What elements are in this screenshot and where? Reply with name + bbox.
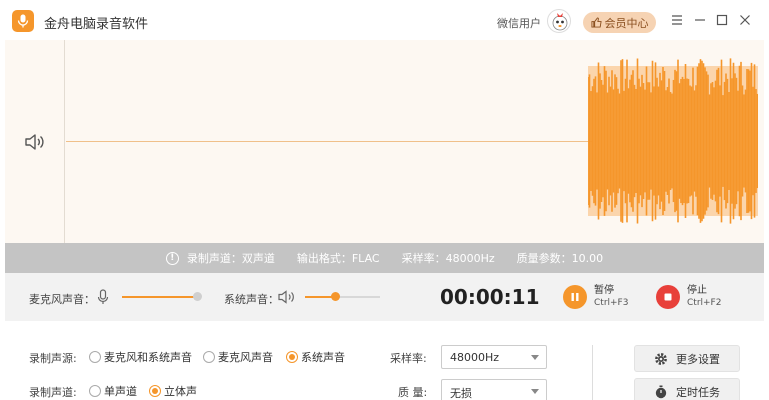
control-bar: 麦克风声音： 系统声音： 00:00:11 暂停 Ctrl+F3 停止 Ctrl… (5, 273, 764, 321)
stop-label-group[interactable]: 停止 Ctrl+F2 (687, 284, 721, 310)
sample-rate-select[interactable]: 48000Hz (441, 345, 547, 369)
settings-panel: 录制声源: 麦克风和系统声音 麦克风声音 系统声音 录制声道: 单声道 立体声 … (5, 321, 764, 400)
app-title: 金舟电脑录音软件 (44, 17, 149, 32)
waveform-divider (64, 40, 65, 243)
info-quality: 质量参数：10.00 (516, 252, 604, 265)
vip-label: 会员中心 (604, 16, 649, 30)
gear-icon (655, 352, 667, 365)
timed-task-label: 定时任务 (676, 385, 720, 399)
settings-divider (592, 345, 593, 400)
vip-center-button[interactable]: 会员中心 (583, 12, 656, 33)
radio-dot[interactable] (89, 385, 101, 397)
title-bar: 金舟电脑录音软件 微信用户 会员中心 (0, 0, 769, 40)
source-option-label: 麦克风和系统声音 (104, 351, 192, 364)
app-logo-icon (12, 10, 34, 32)
info-rate: 采样率：48000Hz (401, 252, 495, 265)
source-option-system[interactable]: 系统声音 (286, 349, 345, 365)
radio-dot[interactable] (89, 351, 101, 363)
pause-shortcut: Ctrl+F3 (594, 298, 629, 308)
recording-timer: 00:00:11 (440, 285, 540, 309)
chevron-down-icon (531, 389, 539, 394)
info-channel: 录制声道：双声道 (186, 252, 275, 265)
more-settings-label: 更多设置 (676, 352, 720, 366)
maximize-icon[interactable] (713, 11, 731, 29)
info-icon: ! (165, 251, 179, 265)
recording-info-bar: ! 录制声道：双声道 输出格式：FLAC 采样率：48000Hz 质量参数：10… (5, 243, 764, 273)
thumb-icon (590, 17, 602, 28)
source-option-mic[interactable]: 麦克风声音 (203, 349, 273, 365)
radio-dot[interactable] (286, 351, 298, 363)
stop-shortcut: Ctrl+F2 (687, 298, 722, 308)
channel-label: 录制声道: (29, 386, 77, 399)
radio-dot[interactable] (203, 351, 215, 363)
pause-button[interactable] (563, 285, 587, 309)
channel-option-label: 立体声 (164, 385, 197, 398)
info-format: 输出格式：FLAC (296, 252, 380, 265)
system-volume-knob[interactable] (331, 292, 340, 301)
pause-icon (571, 293, 579, 301)
stopwatch-icon (655, 385, 667, 398)
radio-dot[interactable] (149, 385, 161, 397)
quality-value: 无损 (450, 387, 472, 400)
waveform-baseline (66, 141, 593, 142)
source-option-label: 系统声音 (301, 351, 345, 364)
mic-volume-fill (122, 296, 197, 298)
mic-volume-label: 麦克风声音： (29, 293, 95, 306)
source-label: 录制声源: (29, 352, 77, 365)
mic-volume-knob[interactable] (193, 292, 202, 301)
channel-option-mono[interactable]: 单声道 (89, 383, 137, 399)
pause-label: 暂停 (594, 285, 614, 296)
quality-label: 质 量: (398, 386, 428, 399)
system-volume-label: 系统声音： (224, 293, 279, 306)
waveform-panel (5, 40, 764, 243)
quality-select[interactable]: 无损 (441, 379, 547, 400)
chevron-down-icon (531, 355, 539, 360)
pause-label-group[interactable]: 暂停 Ctrl+F3 (594, 284, 628, 310)
menu-icon[interactable] (668, 11, 686, 29)
avatar[interactable] (547, 9, 571, 33)
more-settings-button[interactable]: 更多设置 (634, 345, 740, 372)
stop-button[interactable] (656, 285, 680, 309)
timed-task-button[interactable]: 定时任务 (634, 378, 740, 400)
sample-rate-label: 采样率: (390, 352, 427, 365)
source-option-mic-and-system[interactable]: 麦克风和系统声音 (89, 349, 192, 365)
channel-option-label: 单声道 (104, 385, 137, 398)
minimize-icon[interactable] (691, 11, 709, 29)
sample-rate-value: 48000Hz (450, 351, 500, 364)
audio-waveform (588, 58, 758, 224)
close-icon[interactable] (736, 11, 754, 29)
stop-icon (664, 293, 672, 301)
system-volume-slider[interactable] (305, 292, 380, 301)
system-speaker-icon (278, 289, 296, 308)
mic-volume-slider[interactable] (122, 292, 202, 301)
source-option-label: 麦克风声音 (218, 351, 273, 364)
microphone-icon (97, 289, 109, 308)
stop-label: 停止 (687, 285, 707, 296)
channel-option-stereo[interactable]: 立体声 (149, 383, 197, 399)
speaker-icon[interactable] (23, 130, 47, 154)
user-name[interactable]: 微信用户 (497, 15, 541, 31)
